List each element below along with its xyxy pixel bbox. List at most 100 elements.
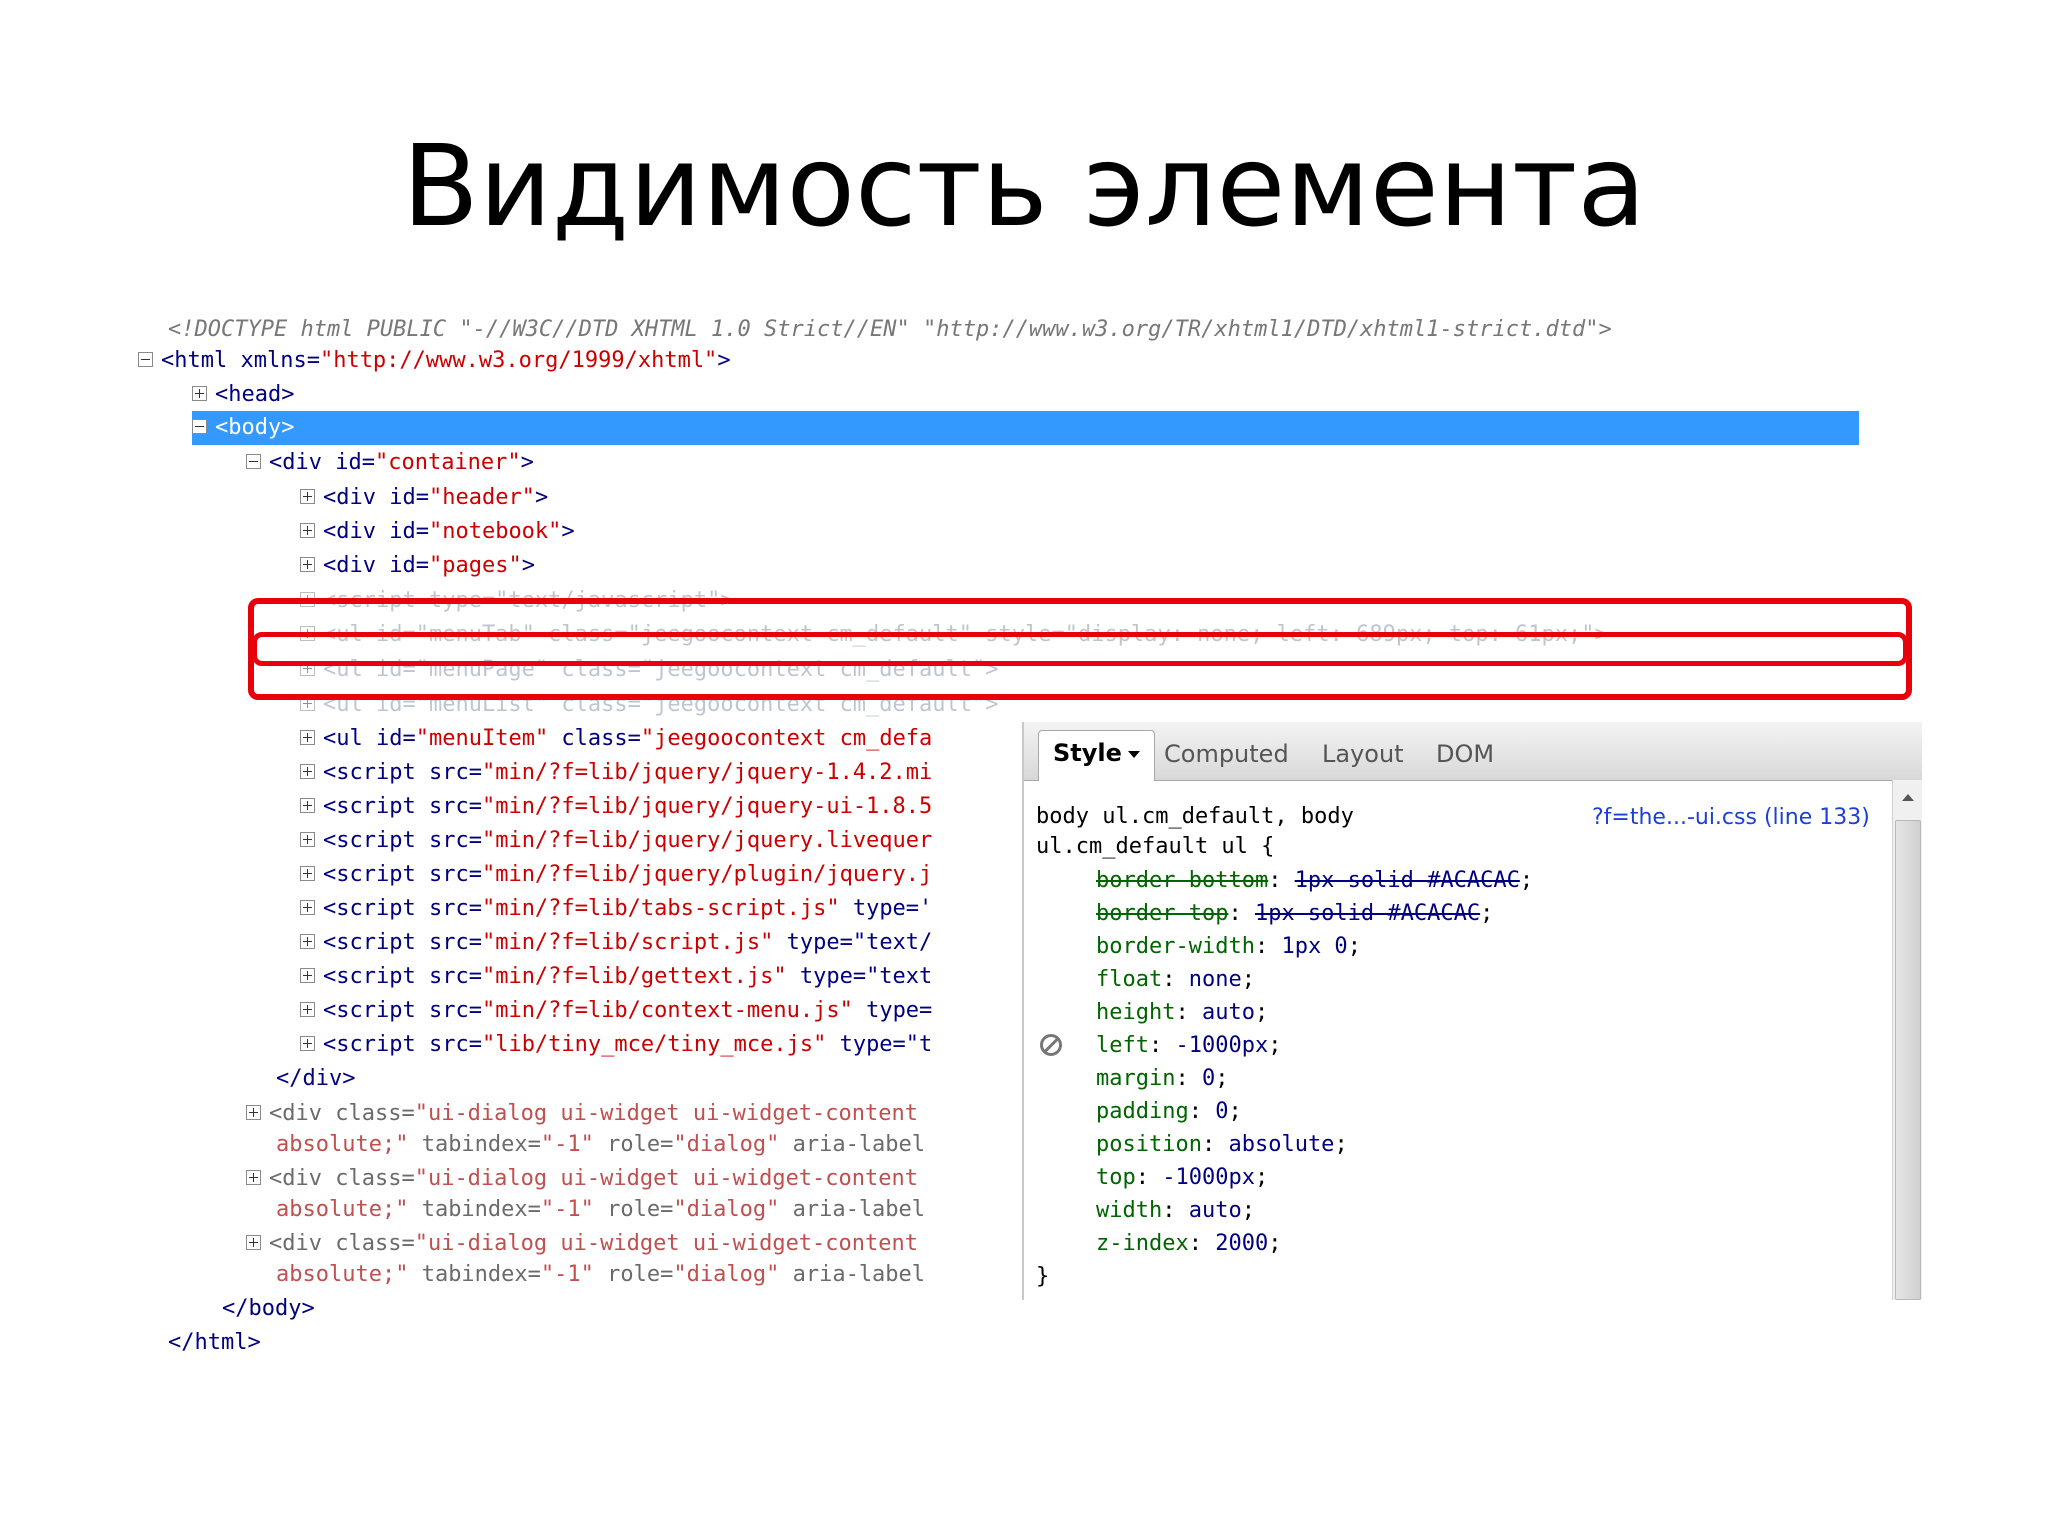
css-rule-margin[interactable]: margin: 0; (1096, 1064, 1228, 1094)
expand-icon[interactable] (300, 556, 315, 572)
expand-icon[interactable] (192, 385, 207, 401)
tab-dom[interactable]: DOM (1436, 732, 1494, 778)
css-rule-border-bottom[interactable]: border-bottom: 1px solid #ACACAC; (1096, 866, 1533, 896)
css-source-link[interactable]: ?f=the...-ui.css (line 133) (1592, 805, 1870, 830)
expand-icon[interactable] (300, 899, 315, 915)
expand-icon[interactable] (300, 967, 315, 983)
tag-name: <ul (323, 726, 363, 751)
expand-icon[interactable] (246, 1104, 261, 1120)
collapse-icon[interactable] (138, 351, 153, 367)
tab-computed[interactable]: Computed (1164, 732, 1289, 778)
tree-node-notebook[interactable]: <div id="notebook"> (300, 515, 575, 549)
css-rule-width[interactable]: width: auto; (1096, 1196, 1255, 1226)
css-rule-height[interactable]: height: auto; (1096, 998, 1268, 1028)
expand-icon[interactable] (300, 831, 315, 847)
tag-name: <head> (215, 382, 295, 407)
attr-value: "dialog" (673, 1132, 780, 1157)
css-rule-top[interactable]: top: -1000px; (1096, 1163, 1268, 1193)
tree-node-container[interactable]: <div id="container"> (246, 446, 534, 480)
attr-name: tabindex= (408, 1262, 541, 1287)
attr-rest: type="text/ (773, 930, 933, 955)
attr-name: src= (415, 828, 482, 853)
attr-rest: type= (852, 998, 933, 1023)
tree-node-dialog-1[interactable]: <div class="ui-dialog ui-widget ui-widge… (246, 1097, 1018, 1131)
tree-node-head[interactable]: <head> (192, 378, 294, 412)
css-rule-z-index[interactable]: z-index: 2000; (1096, 1229, 1281, 1259)
attr-value: "-1" (540, 1197, 594, 1222)
attr-value: "min/?f=lib/jquery/plugin/jquery.j (481, 862, 933, 887)
css-val: -1000px (1175, 1033, 1269, 1058)
collapse-icon[interactable] (246, 453, 261, 469)
disable-rule-icon[interactable] (1040, 1034, 1062, 1056)
tag-name: <script (323, 896, 416, 921)
vertical-scrollbar[interactable] (1892, 780, 1922, 1300)
expand-icon[interactable] (300, 729, 315, 745)
dropdown-caret-icon[interactable] (1127, 750, 1140, 758)
expand-icon[interactable] (300, 1035, 315, 1051)
tree-node-script-2[interactable]: <script src="min/?f=lib/jquery/jquery.li… (300, 824, 1018, 858)
css-rule-border-top[interactable]: border-top: 1px solid #ACACAC; (1096, 899, 1493, 929)
expand-icon[interactable] (300, 522, 315, 538)
css-prop: border-width (1096, 934, 1255, 959)
css-semi: ; (1334, 1132, 1348, 1157)
css-colon: : (1135, 1165, 1163, 1190)
attr-name: src= (415, 760, 482, 785)
css-semi: ; (1268, 1231, 1282, 1256)
tree-node-pages[interactable]: <div id="pages"> (300, 549, 535, 583)
collapse-icon[interactable] (192, 418, 207, 434)
css-colon: : (1175, 1000, 1202, 1025)
scroll-thumb[interactable] (1895, 820, 1921, 1300)
expand-icon[interactable] (246, 1169, 261, 1185)
attr-value: "min/?f=lib/jquery/jquery.livequer (481, 828, 933, 853)
tree-node-html[interactable]: <html xmlns="http://www.w3.org/1999/xhtm… (138, 344, 731, 378)
css-rule-float[interactable]: float: none; (1096, 965, 1255, 995)
tree-node-script-1[interactable]: <script src="min/?f=lib/jquery/jquery-ui… (300, 790, 1018, 824)
tag-name: <script (323, 964, 416, 989)
css-colon: : (1268, 868, 1295, 893)
tree-node-dialog-2[interactable]: <div class="ui-dialog ui-widget ui-widge… (246, 1162, 1018, 1196)
css-semi: ; (1215, 1066, 1229, 1091)
expand-icon[interactable] (300, 797, 315, 813)
tab-layout[interactable]: Layout (1322, 732, 1404, 778)
attr-rest: type=' (839, 896, 933, 921)
tree-node-body-selected[interactable]: <body> (192, 411, 1859, 445)
attr-name: src= (415, 1032, 482, 1057)
css-val: 0 (1215, 1099, 1229, 1124)
css-selector-line-1: body ul.cm_default, body (1036, 802, 1354, 832)
attr-value: "min/?f=lib/jquery/jquery-1.4.2.mi (481, 760, 933, 785)
css-rule-border-width[interactable]: border-width: 1px 0; (1096, 932, 1361, 962)
tree-node-script-3[interactable]: <script src="min/?f=lib/jquery/plugin/jq… (300, 858, 1018, 892)
tree-node-dialog-3[interactable]: <div class="ui-dialog ui-widget ui-widge… (246, 1227, 1018, 1261)
attr-value: "header" (428, 485, 535, 510)
tree-node-script-0[interactable]: <script src="min/?f=lib/jquery/jquery-1.… (300, 756, 1018, 790)
tree-node-script-8[interactable]: <script src="lib/tiny_mce/tiny_mce.js" t… (300, 1028, 1018, 1062)
tree-node-script-6[interactable]: <script src="min/?f=lib/gettext.js" type… (300, 960, 1018, 994)
tree-node-script-4[interactable]: <script src="min/?f=lib/tabs-script.js" … (300, 892, 1018, 926)
css-semi: ; (1347, 934, 1361, 959)
css-prop: margin (1096, 1066, 1176, 1091)
expand-icon[interactable] (300, 488, 315, 504)
tab-style[interactable]: Style (1038, 730, 1155, 781)
tag-name: <script (323, 998, 416, 1023)
expand-icon[interactable] (300, 763, 315, 779)
tree-node-script-7[interactable]: <script src="min/?f=lib/context-menu.js"… (300, 994, 1018, 1028)
tree-node-menuitem[interactable]: <ul id="menuItem" class="jeegoocontext c… (300, 722, 1018, 756)
expand-icon[interactable] (300, 933, 315, 949)
css-rule-padding[interactable]: padding: 0; (1096, 1097, 1242, 1127)
tree-node-header[interactable]: <div id="header"> (300, 481, 548, 515)
attr-name: src= (415, 930, 482, 955)
css-colon: : (1228, 901, 1255, 926)
attr-rest: type="text (786, 964, 933, 989)
attr-name: role= (593, 1132, 674, 1157)
expand-icon[interactable] (300, 865, 315, 881)
css-rule-left[interactable]: left: -1000px; (1096, 1031, 1281, 1061)
scroll-up-arrow-icon[interactable] (1902, 794, 1914, 801)
tree-node-script-5[interactable]: <script src="min/?f=lib/script.js" type=… (300, 926, 1018, 960)
attr-value: "dialog" (673, 1197, 780, 1222)
css-rule-position[interactable]: position: absolute; (1096, 1130, 1348, 1160)
expand-icon[interactable] (300, 1001, 315, 1017)
expand-icon[interactable] (246, 1234, 261, 1250)
close-body-row: </body> (222, 1292, 315, 1326)
attr-value: "min/?f=lib/gettext.js" (481, 964, 787, 989)
attr-value: absolute;" (276, 1132, 409, 1157)
